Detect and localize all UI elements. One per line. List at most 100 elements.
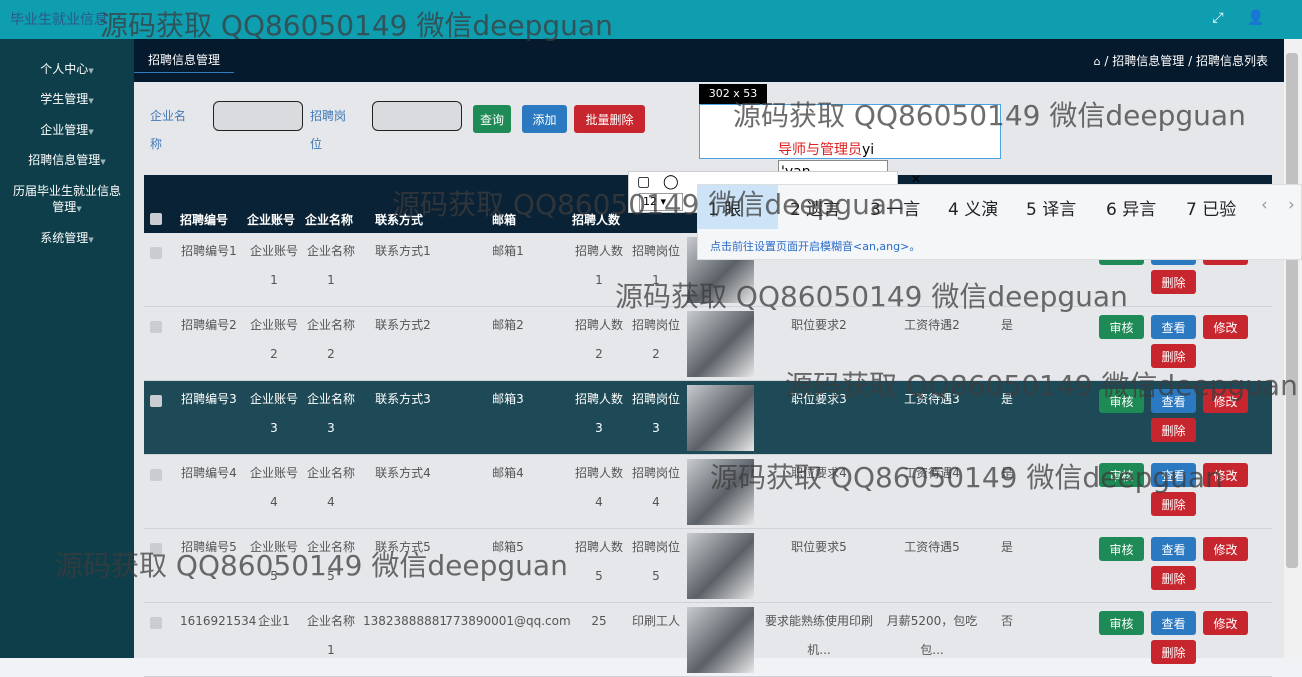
- ime-candidate[interactable]: 2 遗言: [790, 195, 840, 220]
- ime-hint[interactable]: 点击前往设置页面开启模糊音<an,ang>。: [710, 238, 920, 254]
- rect-tool-icon[interactable]: ▢: [637, 174, 650, 190]
- table-row[interactable]: 招聘编号2 企业账号2 企业名称2 联系方式2 邮箱2 招聘人数2 招聘岗位2 职位要求2 工资…: [144, 307, 1272, 381]
- cell-name: 企业名称1: [306, 244, 355, 287]
- cell-flag: 是: [1000, 318, 1013, 332]
- edit-button[interactable]: 修改: [1203, 611, 1248, 635]
- header-id[interactable]: 招聘编号: [180, 211, 228, 228]
- cell-account: 企业账号2: [249, 318, 298, 361]
- ime-candidate[interactable]: 5 译言: [1026, 195, 1076, 220]
- cell-account: 企业账号1: [249, 244, 298, 287]
- edit-button[interactable]: 修改: [1203, 537, 1248, 561]
- header-contact[interactable]: 联系方式: [375, 211, 423, 228]
- review-button[interactable]: 审核: [1099, 463, 1144, 487]
- cell-account: 企业1: [258, 614, 290, 628]
- cell-id: 招聘编号4: [181, 466, 237, 480]
- sidebar-item-students[interactable]: 学生管理▼: [0, 91, 134, 109]
- table-row[interactable]: 招聘编号4 企业账号4 企业名称4 联系方式4 邮箱4 招聘人数4 招聘岗位4 职位要求4 工资…: [144, 455, 1272, 529]
- cell-count: 25: [591, 614, 607, 628]
- ime-candidate[interactable]: 7 已验: [1186, 195, 1236, 220]
- cell-count: 招聘人数5: [574, 540, 623, 583]
- cell-req: 职位要求5: [791, 540, 847, 554]
- cell-id: 招聘编号3: [181, 392, 237, 406]
- row-checkbox[interactable]: [150, 321, 162, 333]
- breadcrumb: ⌂ / 招聘信息管理 / 招聘信息列表: [1093, 54, 1268, 68]
- view-button[interactable]: 查看: [1151, 537, 1196, 561]
- review-button[interactable]: 审核: [1099, 537, 1144, 561]
- header-count[interactable]: 招聘人数: [572, 211, 620, 228]
- header-name[interactable]: 企业名称: [305, 211, 353, 228]
- cell-contact: 联系方式4: [375, 466, 431, 480]
- view-button[interactable]: 查看: [1151, 315, 1196, 339]
- sidebar-item-system[interactable]: 系统管理▼: [0, 230, 134, 248]
- view-button[interactable]: 查看: [1151, 463, 1196, 487]
- home-icon[interactable]: ⌂: [1094, 55, 1101, 68]
- cell-wage: 月薪5200，包吃包...: [886, 614, 978, 657]
- breadcrumb-item[interactable]: 招聘信息管理: [1112, 54, 1184, 68]
- row-checkbox[interactable]: [150, 617, 162, 629]
- header-account[interactable]: 企业账号: [247, 211, 295, 228]
- table-row[interactable]: 1616921534 企业1 企业名称1 13823888881 773890001@q…: [144, 603, 1272, 677]
- delete-button[interactable]: 删除: [1151, 566, 1196, 590]
- cell-name: 企业名称5: [306, 540, 355, 583]
- review-button[interactable]: 审核: [1099, 611, 1144, 635]
- select-all-checkbox[interactable]: [150, 213, 162, 225]
- ime-candidate[interactable]: 6 异言: [1106, 195, 1156, 220]
- row-checkbox[interactable]: [150, 395, 162, 407]
- row-checkbox[interactable]: [150, 247, 162, 259]
- ime-next-icon[interactable]: ›: [1288, 195, 1295, 215]
- review-button[interactable]: 审核: [1099, 389, 1144, 413]
- edit-button[interactable]: 修改: [1203, 315, 1248, 339]
- ime-candidate[interactable]: 1 眼: [708, 195, 741, 220]
- add-button[interactable]: 添加: [522, 105, 567, 133]
- capture-size-badge: 302 x 53: [699, 84, 767, 104]
- table-row[interactable]: 招聘编号3 企业账号3 企业名称3 联系方式3 邮箱3 招聘人数3 招聘岗位3 职位要求3 工资…: [144, 381, 1272, 455]
- header-email[interactable]: 邮箱: [492, 211, 516, 228]
- row-image: [687, 385, 754, 451]
- cell-wage: 工资待遇2: [904, 318, 960, 332]
- cell-post: 招聘岗位3: [631, 392, 680, 435]
- cell-email: 773890001@qq.com: [445, 614, 571, 628]
- scrollbar[interactable]: [1284, 39, 1302, 658]
- delete-button[interactable]: 删除: [1151, 344, 1196, 368]
- scrollbar-thumb[interactable]: [1286, 53, 1298, 568]
- user-icon[interactable]: 👤: [1244, 6, 1268, 30]
- tab-recruitment[interactable]: 招聘信息管理: [134, 47, 234, 73]
- delete-button[interactable]: 删除: [1151, 270, 1196, 294]
- cell-email: 邮箱2: [492, 318, 524, 332]
- ime-prev-icon[interactable]: ‹: [1261, 195, 1268, 215]
- post-input[interactable]: [372, 101, 462, 131]
- sidebar-item-personal[interactable]: 个人中心▼: [0, 61, 134, 79]
- cell-name: 企业名称4: [306, 466, 355, 509]
- view-button[interactable]: 查看: [1151, 611, 1196, 635]
- review-button[interactable]: 审核: [1099, 315, 1144, 339]
- cell-count: 招聘人数3: [574, 392, 623, 435]
- sidebar-item-recruitment[interactable]: 招聘信息管理▼: [0, 152, 134, 170]
- company-name-input[interactable]: [213, 101, 303, 131]
- edit-button[interactable]: 修改: [1203, 389, 1248, 413]
- row-checkbox[interactable]: [150, 469, 162, 481]
- delete-button[interactable]: 删除: [1151, 640, 1196, 664]
- view-button[interactable]: 查看: [1151, 389, 1196, 413]
- font-size-select[interactable]: 12 ▾: [639, 193, 683, 211]
- ime-candidate[interactable]: 4 义演: [948, 195, 998, 220]
- cell-flag: 是: [1000, 392, 1013, 406]
- cell-post: 招聘岗位2: [631, 318, 680, 361]
- delete-button[interactable]: 删除: [1151, 492, 1196, 516]
- annotation-text[interactable]: 导师与管理员yi: [778, 139, 874, 159]
- row-checkbox[interactable]: [150, 543, 162, 555]
- sidebar-item-graduates[interactable]: 历届毕业生就业信息管理▼: [0, 183, 134, 217]
- sidebar-item-companies[interactable]: 企业管理▼: [0, 122, 134, 140]
- ime-candidate[interactable]: 3 一言: [870, 195, 920, 220]
- edit-button[interactable]: 修改: [1203, 463, 1248, 487]
- ellipse-tool-icon[interactable]: ◯: [663, 174, 679, 190]
- cell-contact: 联系方式2: [375, 318, 431, 332]
- batch-delete-button[interactable]: 批量删除: [574, 105, 645, 133]
- cell-count: 招聘人数2: [574, 318, 623, 361]
- cell-email: 邮箱4: [492, 466, 524, 480]
- table-row[interactable]: 招聘编号5 企业账号5 企业名称5 联系方式5 邮箱5 招聘人数5 招聘岗位5 职位要求5 工资…: [144, 529, 1272, 603]
- fullscreen-icon[interactable]: ⤢: [1206, 6, 1230, 30]
- delete-button[interactable]: 删除: [1151, 418, 1196, 442]
- cell-id: 招聘编号1: [181, 244, 237, 258]
- query-button[interactable]: 查询: [473, 105, 511, 133]
- cell-wage: 工资待遇5: [904, 540, 960, 554]
